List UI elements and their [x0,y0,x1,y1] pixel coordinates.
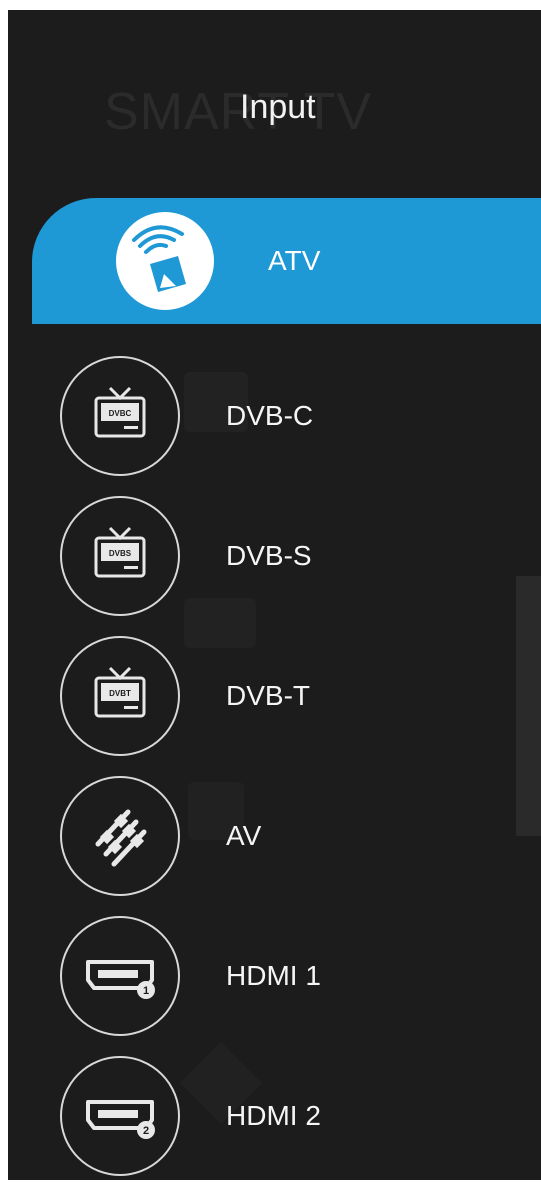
input-item-hdmi-1[interactable]: 1 HDMI 1 [8,916,541,1036]
hdmi-port-icon: 1 [60,916,180,1036]
input-item-label: AV [226,820,262,851]
hdmi-port-icon: 2 [60,1056,180,1176]
dvbt-tv-icon: DVBT [60,636,180,756]
dvbc-tv-icon: DVBC [60,356,180,476]
dvbs-tv-icon: DVBS [60,496,180,616]
input-item-dvb-s[interactable]: DVBS DVB-S [8,496,541,616]
input-item-atv[interactable]: ATV [32,198,541,324]
background-watermark: SMART TV [104,83,373,141]
input-item-av[interactable]: AV [8,776,541,896]
tv-screen: SMART TV Input ATV DVBC DVB-C DVBS DVB-S… [8,10,541,1180]
input-item-label: ATV [268,245,321,276]
hdmi-1-icon-text: 1 [143,985,149,997]
satellite-dish-icon [116,212,214,310]
input-item-dvb-t[interactable]: DVBT DVB-T [8,636,541,756]
dvbt-icon-text: DVBT [109,689,131,698]
input-item-dvb-c[interactable]: DVBC DVB-C [8,356,541,476]
input-item-label: DVB-T [226,680,310,711]
input-panel-title: Input [240,88,316,126]
dvbs-icon-text: DVBS [109,549,132,558]
input-item-label: HDMI 2 [226,1100,321,1131]
hdmi-2-icon-text: 2 [143,1125,149,1137]
input-item-label: DVB-S [226,540,312,571]
input-item-label: DVB-C [226,400,314,431]
input-item-label: HDMI 1 [226,960,321,991]
input-item-hdmi-2[interactable]: 2 HDMI 2 [8,1056,541,1176]
av-cables-icon [60,776,180,896]
dvbc-icon-text: DVBC [109,409,132,418]
